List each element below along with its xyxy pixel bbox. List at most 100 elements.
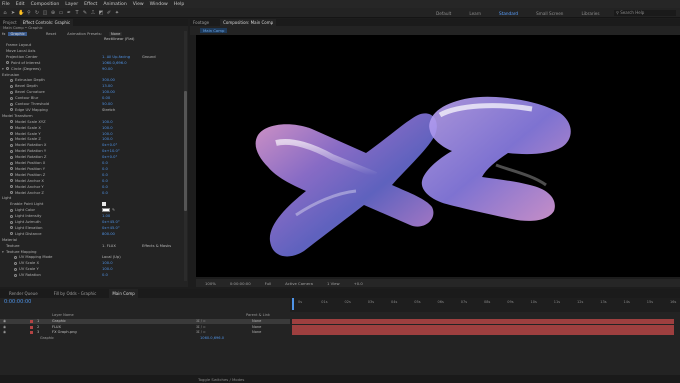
layer-row[interactable]: ◉ 3 FX Graph.png ⌘ ∕ ▫ None xyxy=(0,330,290,335)
type-tool-icon[interactable]: T xyxy=(74,10,80,16)
comp-breadcrumb[interactable]: Main Comp xyxy=(200,28,228,33)
roto-brush-tool-icon[interactable]: ✐ xyxy=(106,10,112,16)
workspace-standard[interactable]: Standard xyxy=(499,11,518,16)
viewer-control[interactable]: Active Camera xyxy=(280,281,318,286)
effect-scrollbar[interactable] xyxy=(184,31,187,281)
stopwatch-icon[interactable] xyxy=(10,102,13,106)
layer-switches[interactable]: ⌘ ∕ ▫ xyxy=(196,330,206,335)
stopwatch-icon[interactable] xyxy=(10,155,13,159)
layer-parent-select[interactable]: None xyxy=(252,330,261,335)
toggle-switches-label[interactable]: Toggle Switches / Modes xyxy=(198,377,244,382)
stopwatch-icon[interactable] xyxy=(10,84,13,88)
stopwatch-icon[interactable] xyxy=(10,220,13,224)
layer-name[interactable]: FX Graph.png xyxy=(52,330,77,335)
stopwatch-icon[interactable] xyxy=(14,255,17,259)
stopwatch-icon[interactable] xyxy=(6,67,9,71)
workspace-default[interactable]: Default xyxy=(436,11,451,16)
tab-effect-controls[interactable]: Effect Controls: Graphic xyxy=(19,19,74,26)
stopwatch-icon[interactable] xyxy=(14,261,17,265)
pan-behind-tool-icon[interactable]: ⊕ xyxy=(50,10,56,16)
stopwatch-icon[interactable] xyxy=(10,149,13,153)
clone-stamp-tool-icon[interactable]: ⎍ xyxy=(90,10,96,16)
timeline-timecode[interactable]: 0:00:00:00 xyxy=(4,299,31,305)
sub-value[interactable]: 1060.0,696.0 xyxy=(200,336,224,341)
stopwatch-icon[interactable] xyxy=(10,137,13,141)
menu-composition[interactable]: Composition xyxy=(31,2,60,7)
layer-duration-bar[interactable] xyxy=(292,330,674,336)
visibility-eye-icon[interactable]: ◉ xyxy=(3,325,6,330)
brush-tool-icon[interactable]: ✎ xyxy=(82,10,88,16)
menu-view[interactable]: View xyxy=(133,2,144,7)
stopwatch-icon[interactable] xyxy=(10,132,13,135)
layer-row[interactable]: ◉ 2 FLUX ⌘ ∕ ▫ None xyxy=(0,325,290,330)
stopwatch-icon[interactable] xyxy=(10,179,13,183)
zoom-tool-icon[interactable]: ⚲ xyxy=(26,10,32,16)
viewer-control[interactable]: 100% xyxy=(200,281,221,286)
time-ruler[interactable]: 0s 01s 02s 03s 04s 05s 06s 07s 08s 09s 10s 11s 12s 13… xyxy=(290,298,680,312)
layer-duration-bar[interactable] xyxy=(292,319,674,324)
camera-tool-icon[interactable]: ◫ xyxy=(42,10,48,16)
viewer-control[interactable]: Full xyxy=(260,281,277,286)
stopwatch-icon[interactable] xyxy=(10,108,13,112)
timeline-tab[interactable]: Main Comp xyxy=(109,289,138,298)
menu-edit[interactable]: Edit xyxy=(16,2,25,7)
property-value[interactable]: 0.0 xyxy=(102,272,108,278)
visibility-eye-icon[interactable]: ◉ xyxy=(3,330,6,335)
menu-help[interactable]: Help xyxy=(174,2,184,7)
stopwatch-icon[interactable] xyxy=(10,143,13,147)
stopwatch-icon[interactable] xyxy=(10,161,13,165)
rotate-tool-icon[interactable]: ↻ xyxy=(34,10,40,16)
preset-select[interactable]: None xyxy=(108,32,123,36)
stopwatch-icon[interactable] xyxy=(14,267,17,271)
timeline-tab[interactable]: Fill by Odds - Graphic xyxy=(51,289,100,298)
layer-label-color[interactable] xyxy=(30,320,33,323)
stopwatch-icon[interactable] xyxy=(10,167,13,171)
layer-duration-bar[interactable] xyxy=(292,324,674,330)
stopwatch-icon[interactable] xyxy=(10,96,13,100)
layer-parent-select[interactable]: None xyxy=(252,319,261,324)
layer-row[interactable]: ◉ 1 Graphic ⌘ ∕ ▫ None xyxy=(0,319,290,324)
viewer-control[interactable]: 1 View xyxy=(322,281,345,286)
layer-switches[interactable]: ⌘ ∕ ▫ xyxy=(196,325,206,330)
composition-viewer[interactable] xyxy=(196,35,680,277)
stopwatch-icon[interactable] xyxy=(10,232,13,236)
light-color-swatch[interactable] xyxy=(102,208,110,213)
layer-switches[interactable]: ⌘ ∕ ▫ xyxy=(196,319,206,324)
viewer-control[interactable]: 0:00:00:00 xyxy=(225,281,256,286)
menu-effect[interactable]: Effect xyxy=(84,2,97,7)
timeline-tab[interactable]: Render Queue xyxy=(6,289,41,298)
viewer-control[interactable]: +0.0 xyxy=(349,281,368,286)
tab-footage[interactable]: Footage xyxy=(190,19,212,26)
search-help-input[interactable]: ⚲ Search Help xyxy=(614,10,676,16)
effect-name[interactable]: Graphic xyxy=(8,32,27,36)
stopwatch-icon[interactable] xyxy=(10,173,13,177)
workspace-learn[interactable]: Learn xyxy=(469,11,481,16)
fx-icon[interactable]: fx xyxy=(2,32,5,36)
stopwatch-icon[interactable] xyxy=(10,90,13,94)
layer-label-color[interactable] xyxy=(30,331,33,335)
rectangle-tool-icon[interactable]: ▭ xyxy=(58,10,64,16)
layer-name[interactable]: FLUX xyxy=(52,325,61,330)
pen-tool-icon[interactable]: ✒ xyxy=(66,10,72,16)
stopwatch-icon[interactable] xyxy=(14,273,17,277)
scrollbar-thumb[interactable] xyxy=(184,91,187,211)
hand-tool-icon[interactable]: ✋ xyxy=(18,10,24,16)
enable-checkbox[interactable] xyxy=(102,202,106,207)
menu-animation[interactable]: Animation xyxy=(103,2,126,7)
menu-layer[interactable]: Layer xyxy=(65,2,78,7)
tab-composition[interactable]: Composition: Main Comp xyxy=(220,19,277,26)
stopwatch-icon[interactable] xyxy=(6,61,9,65)
workspace-small-screen[interactable]: Small Screen xyxy=(536,11,563,16)
reset-link[interactable]: Reset xyxy=(46,32,56,36)
layer-label-color[interactable] xyxy=(30,325,33,329)
stopwatch-icon[interactable] xyxy=(10,120,13,124)
stopwatch-icon[interactable] xyxy=(10,191,13,194)
visibility-eye-icon[interactable]: ◉ xyxy=(3,319,6,324)
stopwatch-icon[interactable] xyxy=(10,126,13,130)
puppet-tool-icon[interactable]: ✦ xyxy=(114,10,120,16)
layer-name[interactable]: Graphic xyxy=(52,319,66,324)
tab-project[interactable]: Project xyxy=(0,19,20,26)
menu-file[interactable]: File xyxy=(2,2,10,7)
eraser-tool-icon[interactable]: ◩ xyxy=(98,10,104,16)
layer-parent-select[interactable]: None xyxy=(252,325,261,330)
